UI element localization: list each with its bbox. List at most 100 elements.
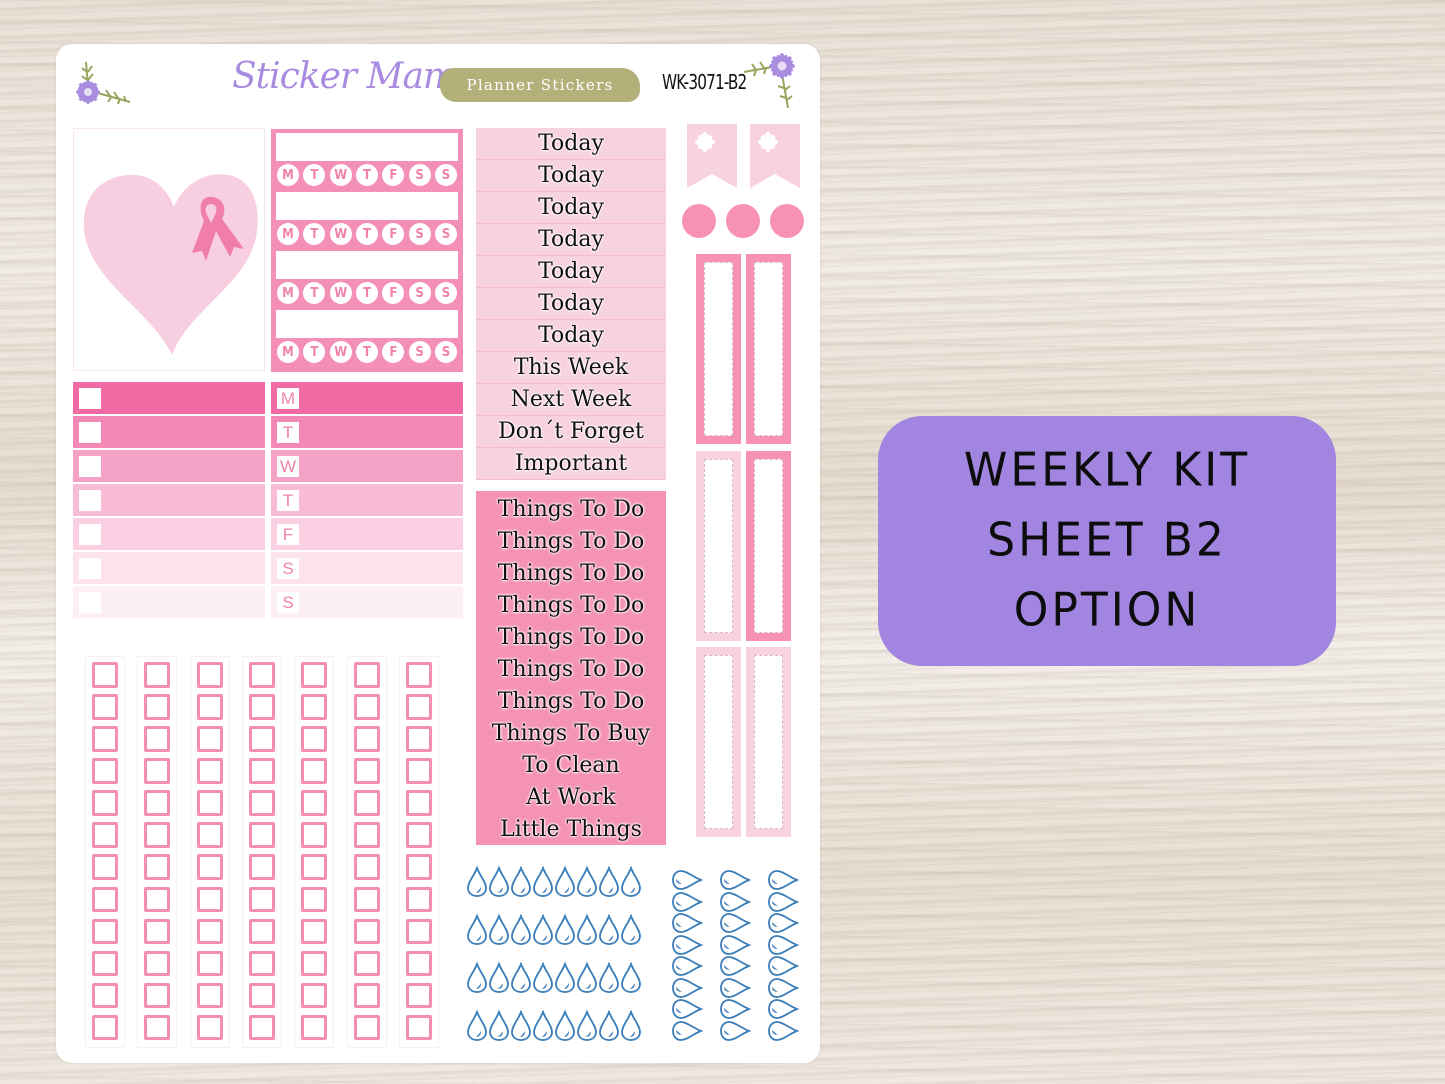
header-word-sticker: Things To Do [497,592,645,618]
header-word-sticker: This Week [476,352,666,384]
day-circle: M [277,341,299,363]
water-drop-icon [576,913,598,946]
water-drop-icon [510,913,532,946]
day-circle: S [408,341,431,363]
vertical-box-sticker [746,451,791,641]
header-word-sticker: Don´t Forget [476,416,666,448]
checkbox-sticker [301,790,328,816]
weekly-habit-tracker: MTWTFSSMTWTFSSMTWTFSSMTWTFSS [271,129,463,372]
checkbox-sticker [405,790,432,816]
checkbox-sticker [92,758,118,784]
header-word-sticker: Today [476,224,666,256]
header-word-sticker: Things To Do [497,528,645,554]
dot-sticker [770,204,804,238]
checklist-stripe [73,450,265,482]
checkbox-sticker [248,1014,275,1041]
checkbox-sticker [301,822,328,848]
checkbox-sticker [248,726,275,752]
checkbox-sticker [196,726,223,752]
day-circle: S [434,223,457,245]
water-drop-icon [620,913,642,946]
tracker-write-space [276,251,458,279]
water-drop-icon [620,1009,642,1042]
checkbox-sticker [353,822,380,848]
checkbox-sticker [92,790,118,816]
checklist-stripe [73,484,265,516]
checkbox-sticker [301,950,328,977]
water-drop-icon [576,1009,598,1042]
checkbox-sticker [248,662,275,688]
day-circle: M [277,223,299,245]
day-circle: S [408,223,431,245]
checkbox-sticker [92,822,118,848]
water-drop-icon [620,961,642,994]
header-word-sticker: Things To Do [497,688,645,714]
checkbox-sticker [405,822,432,848]
checkbox-sticker [405,982,432,1009]
flag-sticker [750,124,800,188]
day-stripe: F [271,518,463,550]
header-word-sticker: Things To Buy [491,720,651,746]
checkbox-sticker [196,694,223,720]
checkbox-strip [346,656,387,1048]
checkbox-sticker [248,982,275,1009]
checkbox-sticker [353,790,380,816]
product-sku: WK-3071-B2 [662,70,747,94]
water-drop-icon [554,865,576,898]
water-drop-icon [598,913,620,946]
day-circle: T [355,223,378,245]
checkbox-sticker [301,854,328,881]
checkbox-sticker [405,726,432,752]
tracker-day-row: MTWTFSS [276,223,458,247]
day-circle: T [303,164,326,186]
water-drop-icon [532,865,554,898]
tracker-write-space [276,133,458,161]
header-word-sticker: Today [476,320,666,352]
checkbox-sticker [353,918,380,945]
checkbox-sticker [301,982,328,1009]
header-word-sticker: Today [476,128,666,160]
checkbox-sticker [353,726,380,752]
checkbox-sticker [144,822,171,848]
tracker-write-space [276,310,458,338]
checkbox-square [79,388,101,409]
day-label: F [277,524,299,545]
day-circle: M [277,164,299,186]
checkbox-strip [294,656,335,1048]
checkbox-sticker [92,662,118,688]
checkbox-sticker [405,918,432,945]
checkbox-sticker [196,822,223,848]
checkbox-strip [85,656,125,1048]
heart-sticker [73,128,265,371]
badge-line-3: OPTION [1013,583,1201,638]
day-label: S [277,558,299,579]
water-drop-icon [768,1015,800,1047]
checkbox-sticker [144,694,171,720]
checkbox-sticker [196,918,223,945]
checkbox-sticker [92,1014,118,1041]
day-stripe: S [271,586,463,618]
checkbox-sticker [248,790,275,816]
water-drop-icon [510,865,532,898]
checkbox-square [79,490,101,511]
flower-icon [743,53,795,109]
day-circle: F [382,164,405,186]
checkbox-sticker [301,758,328,784]
checkbox-sticker [353,758,380,784]
water-drop-icon [720,1015,752,1047]
water-drop-icon [598,961,620,994]
checkbox-sticker [405,1014,432,1041]
checkbox-sticker [144,790,171,816]
checkbox-sticker [301,694,328,720]
checkbox-sticker [353,694,380,720]
water-drop-icon [598,1009,620,1042]
sticker-sheet: Sticker Mama Planner Stickers WK-3071-B2 [56,44,820,1063]
water-drop-icon [510,1009,532,1042]
checkbox-sticker [144,758,171,784]
checklist-stripes [73,382,265,620]
dot-sticker [726,204,760,238]
header-word-sticker: Next Week [476,384,666,416]
header-word-sticker: To Clean [522,752,620,778]
header-word-sticker: Things To Do [497,496,645,522]
day-circle: S [434,164,457,186]
